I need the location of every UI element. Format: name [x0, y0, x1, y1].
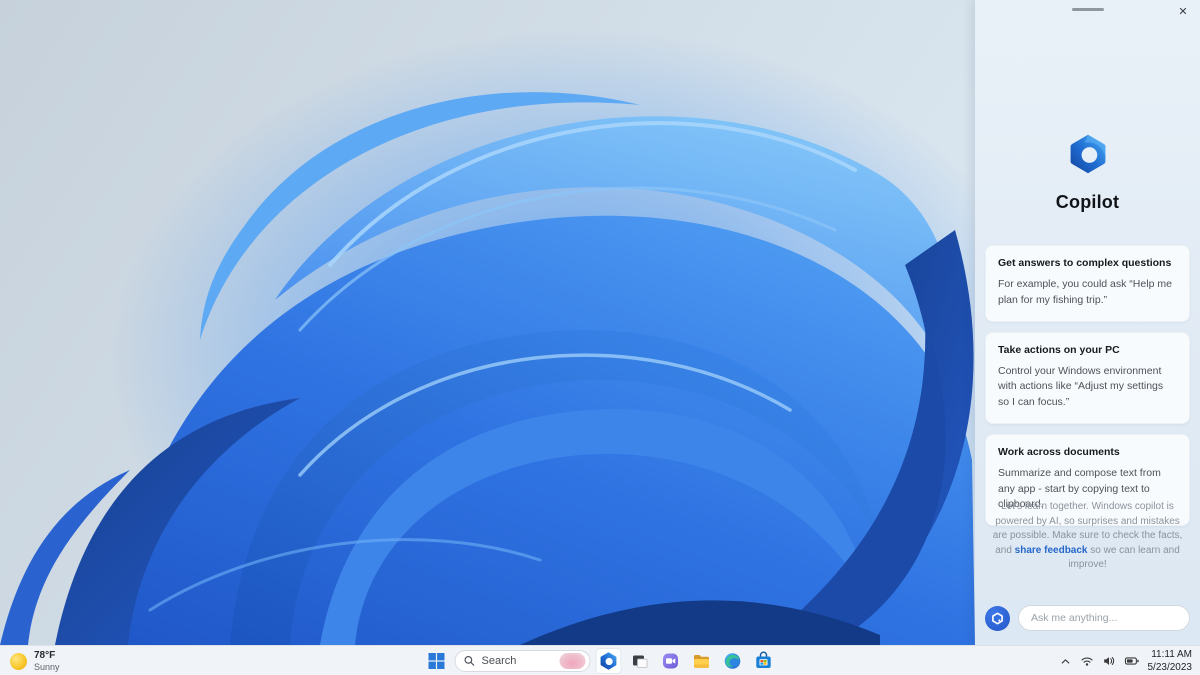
edge-button[interactable] — [720, 648, 746, 674]
search-placeholder: Search — [481, 655, 517, 667]
sun-icon — [10, 652, 27, 670]
copilot-title: Copilot — [1055, 192, 1120, 212]
copilot-sidebar: ✕ Copilot Get answers to complex questio… — [975, 0, 1200, 645]
card-title: Get answers to complex questions — [998, 257, 1172, 269]
weather-temp: 78°F — [34, 650, 56, 662]
copilot-input-button[interactable] — [985, 605, 1010, 631]
edge-icon — [724, 653, 741, 669]
taskbar: 78°F Sunny Search 11:11 AM 5/23/2023 — [0, 645, 1200, 675]
suggestion-cards: Get answers to complex questions For exa… — [985, 245, 1190, 526]
hidden-icons-chevron[interactable] — [1059, 655, 1072, 668]
card-complex-questions[interactable]: Get answers to complex questions For exa… — [985, 245, 1190, 322]
copilot-icon — [600, 652, 617, 670]
taskbar-copilot-button[interactable] — [595, 648, 622, 674]
microsoft-store-icon — [756, 651, 771, 668]
microsoft-store-button[interactable] — [751, 648, 777, 674]
ask-me-anything-input[interactable] — [1018, 605, 1190, 631]
weather-widget[interactable]: 78°F Sunny — [10, 646, 60, 675]
system-tray: 11:11 AM 5/23/2023 — [1059, 646, 1193, 675]
battery-icon[interactable] — [1124, 654, 1140, 668]
start-button[interactable] — [424, 648, 450, 674]
weather-condition: Sunny — [34, 661, 60, 672]
chat-input-row — [985, 605, 1190, 631]
chat-icon — [663, 653, 678, 669]
card-title: Work across documents — [998, 445, 1120, 458]
task-view-icon — [633, 655, 648, 668]
tray-date: 5/23/2023 — [1147, 662, 1193, 673]
windows-logo-icon — [428, 653, 445, 669]
close-icon[interactable]: ✕ — [1174, 2, 1192, 20]
taskbar-center: Search — [424, 646, 777, 675]
wifi-icon[interactable] — [1080, 654, 1094, 668]
card-body: Control your Windows environment with ac… — [998, 364, 1164, 409]
search-icon — [464, 656, 475, 666]
chat-button[interactable] — [658, 648, 684, 674]
copilot-logo-icon — [1066, 132, 1110, 181]
card-title: Take actions on your PC — [998, 343, 1120, 356]
file-explorer-button[interactable] — [689, 648, 715, 674]
file-explorer-icon — [694, 655, 709, 668]
card-body: For example, you could ask “Help me plan… — [998, 278, 1172, 306]
clock[interactable]: 11:11 AM 5/23/2023 — [1148, 648, 1193, 674]
copilot-mini-icon — [992, 612, 1003, 624]
sidebar-drag-handle[interactable] — [1071, 8, 1104, 11]
search-box[interactable]: Search — [454, 650, 591, 672]
ai-disclaimer: Let’s learn together. Windows copilot is… — [988, 500, 1187, 573]
share-feedback-link[interactable]: share feedback — [1015, 545, 1088, 556]
card-take-actions[interactable]: Take actions on your PC Control your Win… — [985, 331, 1190, 424]
search-daily-image — [559, 653, 586, 669]
task-view-button[interactable] — [627, 648, 653, 674]
volume-icon[interactable] — [1102, 654, 1116, 668]
tray-time: 11:11 AM — [1151, 649, 1192, 660]
